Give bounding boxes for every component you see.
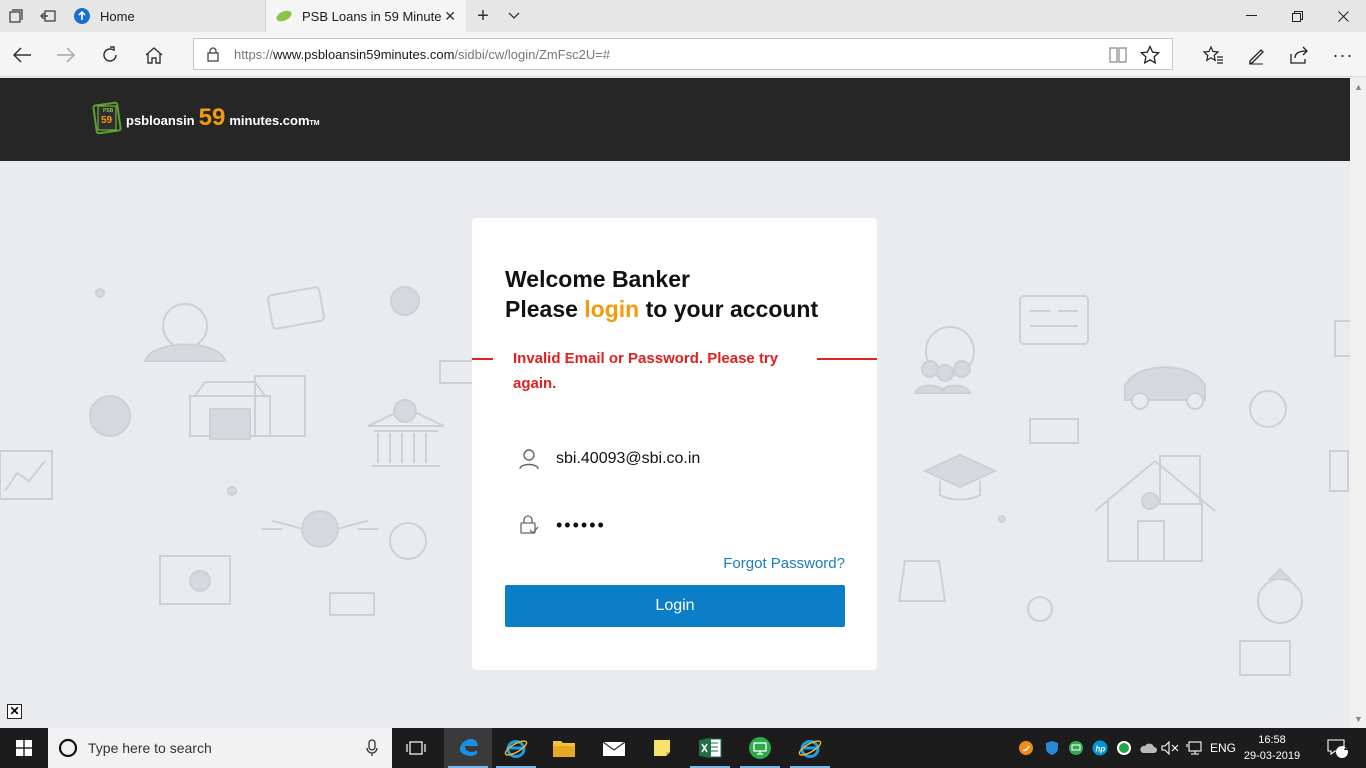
cortana-icon xyxy=(58,738,78,758)
refresh-icon[interactable] xyxy=(94,39,126,71)
tray-green-monitor-icon[interactable] xyxy=(1066,728,1086,768)
address-bar[interactable]: https://www.psbloansin59minutes.com/sidb… xyxy=(193,38,1173,70)
login-heading: Welcome Banker Please login to your acco… xyxy=(505,266,819,322)
login-card: Welcome Banker Please login to your acco… xyxy=(472,218,877,670)
edge-browser-icon[interactable] xyxy=(444,728,492,768)
password-input[interactable]: •••••• xyxy=(556,515,836,536)
url-text[interactable]: https://www.psbloansin59minutes.com/sidb… xyxy=(234,47,610,62)
favorite-star-icon[interactable] xyxy=(1140,45,1160,65)
site-logo[interactable]: PSB 59 psbloansin 59 minutes.com TM xyxy=(92,100,320,136)
taskbar-search-box[interactable]: Type here to search xyxy=(48,728,392,768)
password-field[interactable]: •••••• xyxy=(518,510,848,540)
mail-icon[interactable] xyxy=(590,728,638,768)
svg-text:hp: hp xyxy=(1096,745,1106,754)
search-placeholder: Type here to search xyxy=(88,740,212,756)
tab-title: Home xyxy=(100,8,135,24)
reading-view-icon[interactable] xyxy=(1108,46,1128,64)
home-icon[interactable] xyxy=(138,39,170,71)
windows-taskbar: Type here to search hp ENG 16:58 29-03-2… xyxy=(0,728,1366,768)
back-icon[interactable] xyxy=(6,39,38,71)
microphone-icon[interactable] xyxy=(366,739,378,757)
user-icon xyxy=(518,448,540,470)
action-center-icon[interactable]: 2 xyxy=(1318,728,1358,768)
error-divider-right xyxy=(817,358,877,360)
close-tab-icon[interactable]: ✕ xyxy=(444,8,456,25)
tab-home[interactable]: Home xyxy=(64,0,266,32)
internet-explorer-2-icon[interactable] xyxy=(786,728,834,768)
scroll-down-icon[interactable]: ▼ xyxy=(1354,714,1363,724)
favorites-hub-icon[interactable] xyxy=(1197,39,1229,71)
forgot-password-link[interactable]: Forgot Password? xyxy=(723,555,845,572)
browser-nav-bar: https://www.psbloansin59minutes.com/sidb… xyxy=(0,32,1366,77)
chevron-down-icon[interactable] xyxy=(502,0,526,32)
share-icon[interactable] xyxy=(1283,39,1315,71)
home-favicon-icon xyxy=(74,8,90,24)
password-lock-icon xyxy=(518,514,540,536)
email-field[interactable] xyxy=(518,444,848,474)
clock[interactable]: 16:58 29-03-2019 xyxy=(1240,732,1304,764)
site-header: PSB 59 psbloansin 59 minutes.com TM xyxy=(0,78,1350,161)
more-options-icon[interactable]: ··· xyxy=(1327,39,1359,71)
psb-favicon-icon xyxy=(276,10,292,22)
network-icon[interactable] xyxy=(1184,728,1206,768)
tab-manager-icon[interactable] xyxy=(0,0,32,32)
new-tab-icon[interactable]: + xyxy=(470,0,496,32)
hp-icon[interactable]: hp xyxy=(1090,728,1110,768)
tab-psb-loans[interactable]: PSB Loans in 59 Minute ✕ xyxy=(266,0,466,32)
email-input[interactable] xyxy=(556,450,836,468)
tray-green-status-icon[interactable] xyxy=(1114,728,1134,768)
remote-app-icon[interactable] xyxy=(736,728,784,768)
pen-notes-icon[interactable] xyxy=(1240,39,1272,71)
excel-icon[interactable] xyxy=(686,728,734,768)
close-box-icon[interactable]: ✕ xyxy=(7,704,22,719)
login-button[interactable]: Login xyxy=(505,585,845,627)
onedrive-cloud-icon[interactable] xyxy=(1138,728,1158,768)
sticky-notes-icon[interactable] xyxy=(638,728,686,768)
logo-mark-icon: PSB 59 xyxy=(92,100,122,136)
notification-count: 2 xyxy=(1344,742,1350,753)
set-tabs-aside-icon[interactable] xyxy=(32,0,64,32)
forward-icon[interactable] xyxy=(50,39,82,71)
logo-text: psbloansin 59 minutes.com TM xyxy=(126,104,320,131)
browser-tab-bar: Home PSB Loans in 59 Minute ✕ + xyxy=(0,0,1366,32)
scroll-up-icon[interactable]: ▲ xyxy=(1354,82,1363,92)
internet-explorer-icon[interactable] xyxy=(492,728,540,768)
tray-app-orange-icon[interactable] xyxy=(1016,728,1036,768)
restore-icon[interactable] xyxy=(1274,0,1320,32)
lock-icon xyxy=(207,47,219,62)
volume-muted-icon[interactable] xyxy=(1160,728,1180,768)
task-view-icon[interactable] xyxy=(392,728,440,768)
close-window-icon[interactable] xyxy=(1320,0,1366,32)
error-divider-left xyxy=(472,358,493,360)
page-scrollbar[interactable]: ▲ ▼ xyxy=(1350,78,1366,728)
windows-start-icon[interactable] xyxy=(0,728,48,768)
minimize-icon[interactable] xyxy=(1228,0,1274,32)
language-indicator[interactable]: ENG xyxy=(1208,728,1238,768)
file-explorer-icon[interactable] xyxy=(540,728,588,768)
security-shield-icon[interactable] xyxy=(1042,728,1062,768)
tab-title: PSB Loans in 59 Minute xyxy=(302,8,442,24)
error-message: Invalid Email or Password. Please try ag… xyxy=(513,350,779,392)
